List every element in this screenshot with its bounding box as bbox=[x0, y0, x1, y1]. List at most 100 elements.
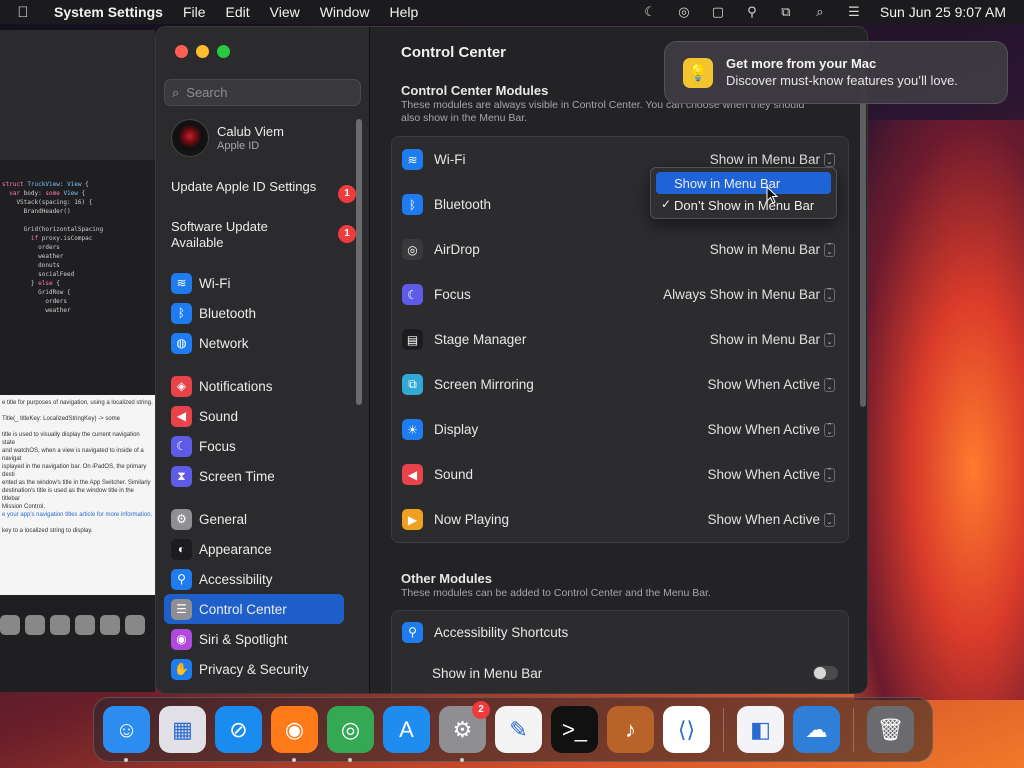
other-section-title: Other Modules bbox=[401, 571, 493, 586]
sidebar-item-control-center[interactable]: ☰ Control Center bbox=[164, 594, 344, 624]
sidebar-item-general[interactable]: ⚙ General bbox=[164, 504, 344, 534]
weather-icon[interactable]: ☁ bbox=[793, 706, 840, 753]
visual-studio-icon[interactable]: ◧ bbox=[737, 706, 784, 753]
sidebar-item-label: Notifications bbox=[199, 378, 273, 394]
popup-value: Show When Active bbox=[707, 467, 820, 482]
sidebar: ⌕ Calub Viem Apple ID Update Apple ID Se… bbox=[156, 27, 370, 693]
software-update-item[interactable]: Software Update Available 1 bbox=[171, 219, 356, 251]
dropdown-item-label: Don’t Show in Menu Bar bbox=[674, 197, 815, 213]
module-visibility-popup[interactable]: Show When Active ⌃ ⌄ bbox=[707, 377, 835, 392]
sidebar-item-label: Privacy & Security bbox=[199, 661, 309, 677]
module-row-focus: ☾ Focus Always Show in Menu Bar ⌃ ⌄ bbox=[392, 272, 848, 317]
appearance-icon: ◐ bbox=[171, 538, 192, 560]
search-input[interactable] bbox=[186, 85, 337, 100]
airdrop-icon[interactable]: ◎ bbox=[676, 4, 692, 19]
moon-icon: ☾ bbox=[402, 284, 423, 305]
app-store-icon[interactable]: A bbox=[383, 706, 430, 753]
chevron-updown-icon: ⌃ ⌄ bbox=[824, 512, 835, 527]
sidebar-item-label: Appearance bbox=[199, 541, 272, 557]
window-menu[interactable]: Window bbox=[310, 4, 380, 20]
update-apple-id-item[interactable]: Update Apple ID Settings 1 bbox=[171, 179, 356, 203]
sidebar-item-accessibility[interactable]: ⚲ Accessibility bbox=[164, 564, 344, 594]
airdrop-icon: ◎ bbox=[402, 239, 423, 260]
sidebar-item-wi-fi[interactable]: ≋ Wi-Fi bbox=[164, 268, 344, 298]
module-visibility-popup[interactable]: Show in Menu Bar ⌃ ⌄ bbox=[710, 152, 835, 167]
launchpad-icon[interactable]: ▦ bbox=[159, 706, 206, 753]
zoom-button[interactable] bbox=[217, 45, 230, 58]
other-module-label: Accessibility Shortcuts bbox=[434, 624, 569, 640]
show-in-menu-bar-toggle[interactable] bbox=[813, 666, 838, 680]
search-icon: ⌕ bbox=[172, 84, 180, 100]
textedit-icon[interactable]: ✎ bbox=[495, 706, 542, 753]
play-icon: ▶ bbox=[402, 509, 423, 530]
trash-icon[interactable]: 🗑 bbox=[867, 706, 914, 753]
module-visibility-popup[interactable]: Show When Active ⌃ ⌄ bbox=[707, 467, 835, 482]
module-visibility-popup[interactable]: Always Show in Menu Bar ⌃ ⌄ bbox=[663, 287, 835, 302]
sidebar-item-bluetooth[interactable]: ᛒ Bluetooth bbox=[164, 298, 344, 328]
sidebar-item-label: General bbox=[199, 511, 248, 527]
sidebar-item-notifications[interactable]: ◈ Notifications bbox=[164, 371, 344, 401]
module-label: Wi-Fi bbox=[434, 152, 466, 167]
terminal-icon[interactable]: >_ bbox=[551, 706, 598, 753]
background-xcode-window: struct TruckView: View { var body: some … bbox=[0, 30, 155, 692]
running-indicator bbox=[460, 758, 464, 762]
safari-icon[interactable]: ⊘ bbox=[215, 706, 262, 753]
sidebar-item-privacy-security[interactable]: ✋ Privacy & Security bbox=[164, 654, 344, 684]
module-row-sound: ◀ Sound Show When Active ⌃ ⌄ bbox=[392, 452, 848, 497]
view-menu[interactable]: View bbox=[260, 4, 310, 20]
minimize-button[interactable] bbox=[196, 45, 209, 58]
sidebar-item-appearance[interactable]: ◐ Appearance bbox=[164, 534, 344, 564]
hand-icon: ✋ bbox=[171, 658, 192, 680]
show-in-menu-bar-label: Show in Menu Bar bbox=[432, 665, 543, 681]
firefox-icon[interactable]: ◉ bbox=[271, 706, 318, 762]
chrome-icon[interactable]: ◎ bbox=[327, 706, 374, 762]
profile-name: Calub Viem bbox=[217, 123, 284, 139]
module-label: Stage Manager bbox=[434, 332, 527, 347]
garageband-icon[interactable]: ♪ bbox=[607, 706, 654, 753]
dropdown-item-dont-show[interactable]: ✓ Don’t Show in Menu Bar bbox=[656, 194, 831, 216]
system-settings-icon[interactable]: ⚙ 2 bbox=[439, 701, 490, 762]
sidebar-scrollbar[interactable] bbox=[356, 119, 362, 405]
dock: ☺ ▦ ⊘ ◉ ◎ A ⚙ 2 ✎ >_ ♪ ⟨⟩ ◧ ☁ 🗑 bbox=[93, 697, 933, 762]
search-field[interactable]: ⌕ bbox=[164, 79, 361, 106]
module-row-now-playing: ▶ Now Playing Show When Active ⌃ ⌄ bbox=[392, 497, 848, 542]
app-name-menu[interactable]: System Settings bbox=[46, 4, 173, 20]
moon-icon[interactable]: ☾ bbox=[642, 4, 658, 19]
module-row-stage-manager: ▤ Stage Manager Show in Menu Bar ⌃ ⌄ bbox=[392, 317, 848, 362]
sidebar-item-screen-time[interactable]: ⧗ Screen Time bbox=[164, 461, 344, 491]
module-visibility-popup[interactable]: Show in Menu Bar ⌃ ⌄ bbox=[710, 332, 835, 347]
close-button[interactable] bbox=[175, 45, 188, 58]
sidebar-item-network[interactable]: ◍ Network bbox=[164, 328, 344, 358]
vscode-icon[interactable]: ⟨⟩ bbox=[663, 706, 710, 753]
clock[interactable]: Sun Jun 25 9:07 AM bbox=[880, 4, 1006, 20]
search-icon[interactable]: ⌕ bbox=[812, 4, 828, 19]
chevron-updown-icon: ⌃ ⌄ bbox=[824, 422, 835, 437]
edit-menu[interactable]: Edit bbox=[216, 4, 260, 20]
module-row-display: ☀ Display Show When Active ⌃ ⌄ bbox=[392, 407, 848, 452]
moon-icon: ☾ bbox=[171, 435, 192, 457]
apple-menu-icon[interactable]:  bbox=[0, 4, 46, 21]
main-scrollbar[interactable] bbox=[860, 67, 866, 407]
module-visibility-popup[interactable]: Show When Active ⌃ ⌄ bbox=[707, 422, 835, 437]
help-menu[interactable]: Help bbox=[380, 4, 429, 20]
accessibility-icon[interactable]: ⚲ bbox=[744, 4, 760, 19]
module-visibility-popup[interactable]: Show When Active ⌃ ⌄ bbox=[707, 512, 835, 527]
dropdown-item-show[interactable]: Show in Menu Bar bbox=[656, 172, 831, 194]
module-visibility-popup[interactable]: Show in Menu Bar ⌃ ⌄ bbox=[710, 242, 835, 257]
sidebar-item-focus[interactable]: ☾ Focus bbox=[164, 431, 344, 461]
sidebar-item-sound[interactable]: ◀ Sound bbox=[164, 401, 344, 431]
file-menu[interactable]: File bbox=[173, 4, 216, 20]
apple-id-profile[interactable]: Calub Viem Apple ID bbox=[171, 119, 284, 157]
screen-mirroring-icon[interactable]: ⧉ bbox=[778, 4, 794, 19]
sidebar-item-siri-spotlight[interactable]: ◉ Siri & Spotlight bbox=[164, 624, 344, 654]
sun-icon: ☀ bbox=[402, 419, 423, 440]
popup-value: Show When Active bbox=[707, 422, 820, 437]
finder-icon[interactable]: ☺ bbox=[103, 706, 150, 762]
notification-banner[interactable]: 💡 Get more from your Mac Discover must-k… bbox=[664, 41, 1008, 104]
stage-manager-icon[interactable]: ▢ bbox=[710, 4, 726, 19]
popup-value: Show When Active bbox=[707, 377, 820, 392]
control-center-icon[interactable]: ☰ bbox=[846, 4, 862, 19]
other-module-row[interactable]: ⚲ Accessibility Shortcuts bbox=[392, 611, 848, 653]
xcode-preview-strip bbox=[0, 605, 155, 645]
module-label: Bluetooth bbox=[434, 197, 492, 212]
